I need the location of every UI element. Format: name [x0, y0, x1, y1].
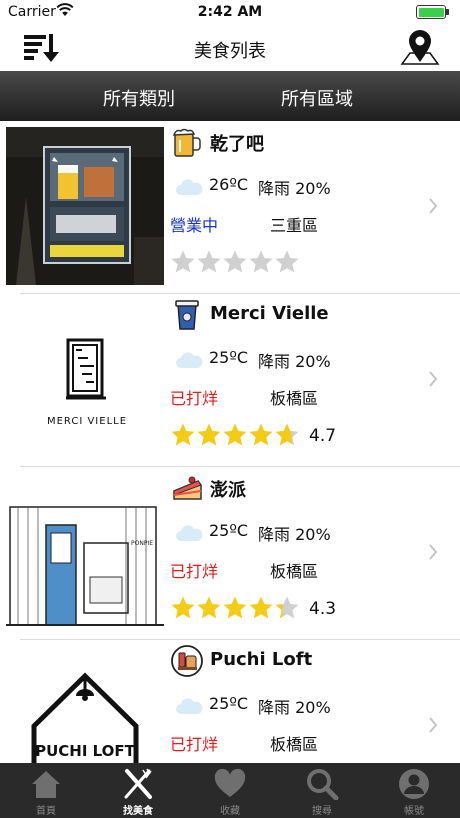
star-icon	[197, 250, 221, 273]
temperature: 25ºC	[209, 694, 249, 713]
star-icon	[249, 250, 273, 273]
district-label: 板橋區	[270, 735, 319, 754]
status-bar: Carrier 2:42 AM	[0, 0, 460, 24]
restaurant-row[interactable]: PONPIE 澎派 25ºC 降雨 20% 已打烊 板橋區 4.3	[0, 467, 460, 640]
restaurant-photo: MERCI VIELLE	[6, 300, 164, 458]
tab-account[interactable]: 帳號	[368, 763, 460, 818]
temperature: 25ºC	[209, 521, 249, 540]
cloud-icon	[176, 352, 203, 368]
star-icon	[171, 596, 195, 619]
rain-chance: 降雨 20%	[258, 698, 331, 717]
district-label: 三重區	[270, 216, 319, 235]
filter-bar: 所有類別 所有區域	[0, 71, 460, 121]
navigation-bar: 美食列表	[0, 24, 460, 70]
snack-plate-icon	[171, 645, 203, 677]
restaurant-row[interactable]: 乾了吧 26ºC 降雨 20% 營業中 三重區	[0, 121, 460, 294]
magnifier-icon	[307, 769, 339, 800]
restaurant-name: 乾了吧	[210, 134, 264, 155]
cloud-icon	[176, 525, 203, 541]
heart-icon	[214, 768, 246, 797]
rating-value: 4.7	[309, 426, 337, 446]
chevron-right-icon	[429, 198, 438, 214]
restaurant-photo: PUCHI LOFT	[6, 646, 164, 763]
fork-knife-icon	[124, 768, 152, 799]
star-icon	[223, 423, 247, 446]
tab-label: 搜尋	[312, 806, 332, 817]
beer-mug-icon	[172, 128, 201, 157]
star-icon	[249, 596, 273, 619]
restaurant-name: Merci Vielle	[210, 303, 329, 324]
star-rating	[170, 595, 300, 623]
restaurant-name: 澎派	[210, 480, 246, 501]
star-icon	[275, 596, 299, 619]
area-filter[interactable]: 所有區域	[281, 85, 353, 111]
star-icon	[171, 423, 195, 446]
rain-chance: 降雨 20%	[258, 525, 331, 544]
coffee-cup-icon	[175, 300, 199, 330]
star-icon	[197, 596, 221, 619]
tab-favorites[interactable]: 收藏	[184, 763, 276, 818]
logo-text: PONPIE	[131, 540, 153, 547]
tab-home[interactable]: 首頁	[0, 763, 92, 818]
user-icon	[399, 769, 429, 799]
temperature: 25ºC	[209, 348, 249, 367]
star-icon	[249, 423, 273, 446]
star-icon	[275, 423, 299, 446]
status-badge: 已打烊	[170, 562, 219, 581]
rating-value: 4.3	[309, 599, 337, 619]
star-icon	[223, 250, 247, 273]
status-time: 2:42 AM	[197, 4, 263, 20]
page-title: 美食列表	[194, 41, 266, 62]
star-icon	[223, 596, 247, 619]
restaurant-row[interactable]: MERCI VIELLE Merci Vielle 25ºC 降雨 20% 已打…	[0, 294, 460, 467]
rain-chance: 降雨 20%	[258, 179, 331, 198]
tab-label: 收藏	[220, 806, 240, 817]
category-filter[interactable]: 所有類別	[103, 85, 175, 111]
cake-icon	[173, 476, 202, 500]
chevron-right-icon	[429, 371, 438, 387]
home-icon	[32, 771, 60, 798]
star-icon	[275, 250, 299, 273]
restaurant-list: 乾了吧 26ºC 降雨 20% 營業中 三重區 MERCI VIELLE Mer…	[0, 121, 460, 763]
status-badge: 已打烊	[170, 735, 219, 754]
district-label: 板橋區	[270, 389, 319, 408]
map-pin-icon[interactable]	[400, 28, 440, 68]
restaurant-photo	[6, 127, 164, 285]
tab-search[interactable]: 搜尋	[276, 763, 368, 818]
restaurant-row[interactable]: PUCHI LOFT Puchi Loft 25ºC 降雨 20% 已打烊 板橋…	[0, 640, 460, 763]
restaurant-name: Puchi Loft	[210, 649, 313, 670]
battery-icon	[416, 5, 449, 19]
district-label: 板橋區	[270, 562, 319, 581]
star-icon	[197, 423, 221, 446]
screen: Carrier 2:42 AM 美食列表 所有類別 所有區域 乾了吧 26ºC …	[0, 0, 460, 818]
tab-label: 首頁	[36, 806, 56, 817]
cloud-icon	[176, 179, 203, 195]
temperature: 26ºC	[209, 175, 249, 194]
status-badge: 營業中	[170, 216, 219, 235]
star-rating	[170, 249, 300, 277]
tab-label: 找美食	[123, 806, 153, 817]
tab-bar: 首頁 找美食 收藏 搜尋 帳號	[0, 763, 460, 818]
logo-text: MERCI VIELLE	[47, 416, 127, 427]
restaurant-photo: PONPIE	[6, 473, 164, 631]
star-rating	[170, 422, 300, 450]
status-badge: 已打烊	[170, 389, 219, 408]
star-icon	[171, 250, 195, 273]
tab-label: 帳號	[404, 806, 424, 817]
cloud-icon	[176, 698, 203, 714]
tab-find-food[interactable]: 找美食	[92, 763, 184, 818]
rain-chance: 降雨 20%	[258, 352, 331, 371]
logo-text: PUCHI LOFT	[35, 742, 136, 760]
chevron-right-icon	[429, 544, 438, 560]
chevron-right-icon	[429, 717, 438, 733]
